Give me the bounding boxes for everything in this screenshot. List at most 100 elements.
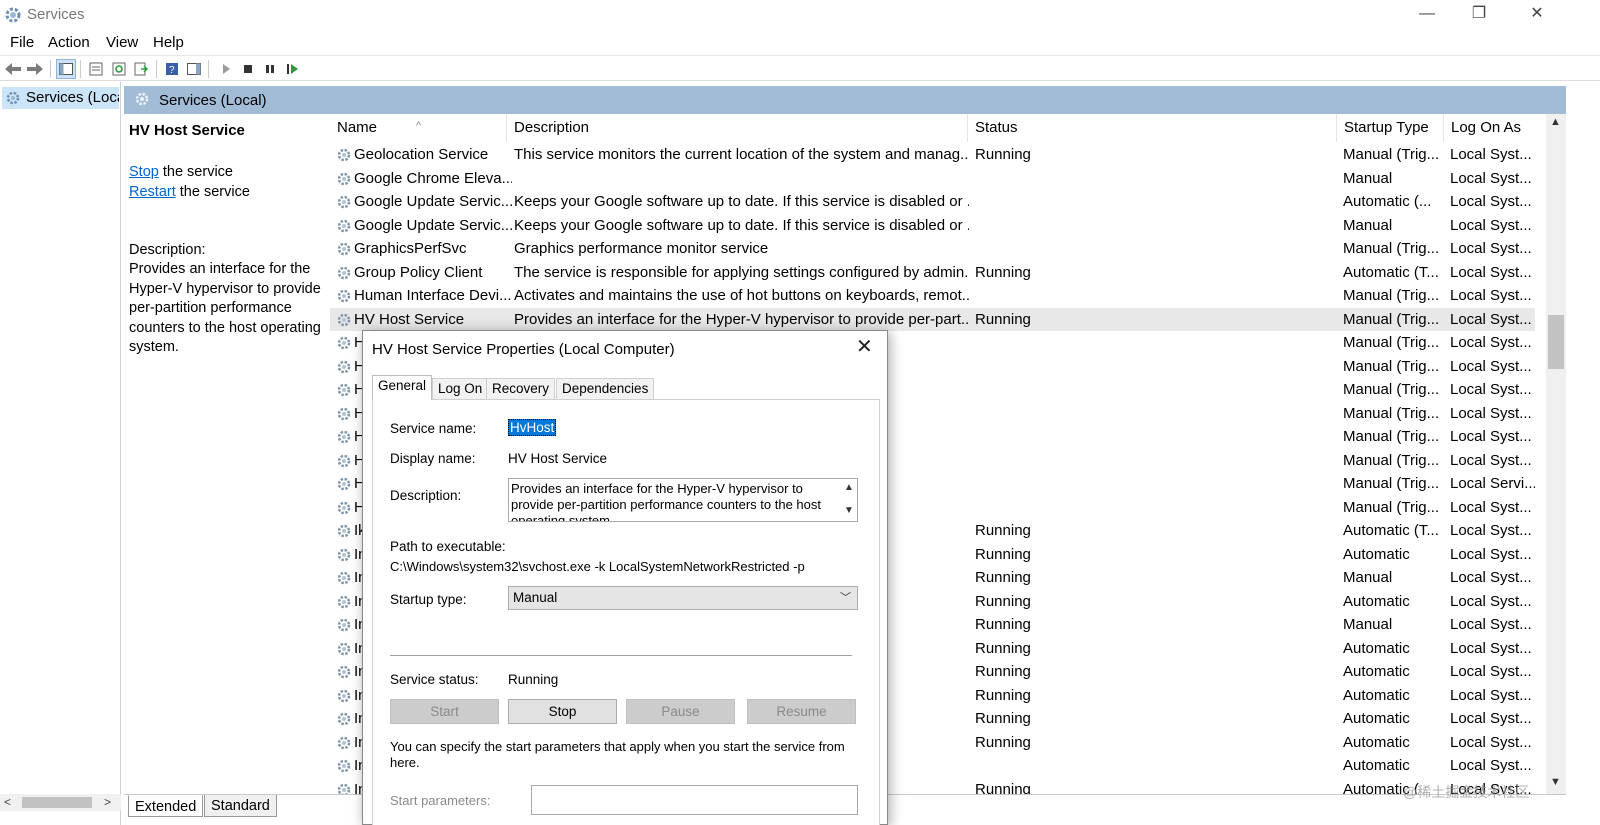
service-name-cell: GraphicsPerfSvc: [354, 240, 467, 257]
pause-button[interactable]: Pause: [626, 699, 735, 724]
scroll-down-icon[interactable]: ▼: [844, 505, 854, 516]
restart-service-link[interactable]: Restart: [129, 184, 176, 200]
start-parameters-note: You can specify the start parameters tha…: [390, 739, 845, 770]
scroll-thumb[interactable]: [1548, 315, 1564, 369]
service-logon-cell: Local Syst...: [1450, 428, 1532, 445]
minimize-button[interactable]: —: [1398, 0, 1456, 30]
scroll-right-icon[interactable]: >: [104, 795, 111, 809]
column-header-description[interactable]: Description: [506, 114, 966, 142]
properties-icon[interactable]: [86, 59, 106, 79]
description-field[interactable]: Provides an interface for the Hyper-V hy…: [508, 478, 858, 522]
start-button[interactable]: Start: [390, 699, 499, 724]
list-vertical-scrollbar[interactable]: ▲ ▼: [1546, 114, 1566, 794]
service-description-cell: Graphics performance monitor service: [514, 240, 769, 257]
menu-view[interactable]: View: [106, 34, 138, 51]
resume-button[interactable]: Resume: [747, 699, 856, 724]
table-row[interactable]: Google Chrome Eleva... Manual Local Syst..…: [330, 167, 1535, 191]
service-gear-icon: [337, 477, 351, 491]
display-name-value[interactable]: HV Host Service: [508, 451, 607, 466]
service-gear-icon: [337, 383, 351, 397]
service-startup-cell: Automatic: [1343, 733, 1410, 751]
tab-extended[interactable]: Extended: [128, 795, 204, 817]
main-header-title: Services (Local): [159, 92, 267, 109]
column-header-log-on-as[interactable]: Log On As: [1443, 114, 1543, 142]
stop-link-suffix: the service: [158, 164, 233, 180]
menu-file[interactable]: File: [10, 34, 34, 51]
tab-recovery[interactable]: Recovery: [486, 378, 556, 399]
divider: [390, 655, 852, 656]
service-logon-cell: Local Syst...: [1450, 710, 1532, 727]
start-service-icon[interactable]: [216, 59, 236, 79]
service-logon-cell: Local Syst...: [1450, 569, 1532, 586]
show-action-pane-icon[interactable]: [184, 59, 204, 79]
service-name-value[interactable]: HvHost: [508, 419, 557, 436]
service-startup-cell: Automatic: [1343, 686, 1410, 704]
stop-button[interactable]: Stop: [508, 699, 617, 724]
tab-dependencies[interactable]: Dependencies: [556, 378, 655, 399]
scroll-up-icon[interactable]: ▲: [844, 482, 854, 493]
service-gear-icon: [337, 595, 351, 608]
service-startup-cell: Manual (Trig...: [1343, 240, 1440, 257]
chevron-down-icon: ﹀: [840, 592, 851, 604]
pause-service-icon[interactable]: [260, 59, 280, 79]
show-hide-console-tree-icon[interactable]: [56, 59, 76, 79]
scroll-thumb[interactable]: [22, 797, 92, 808]
window-title: Services: [27, 6, 85, 23]
service-description-cell: Activates and maintains the use of hot b…: [514, 287, 969, 304]
close-button[interactable]: ✕: [1508, 0, 1566, 30]
scroll-left-icon[interactable]: <: [4, 795, 11, 809]
description-scrollbar[interactable]: ▲ ▼: [839, 479, 857, 521]
table-row[interactable]: Google Update Servic... Keeps your Google…: [330, 190, 1535, 214]
service-logon-cell: Local Syst...: [1450, 404, 1532, 422]
table-row[interactable]: HV Host Service Provides an interface for…: [330, 307, 1535, 331]
menu-action[interactable]: Action: [48, 34, 90, 51]
dialog-close-icon[interactable]: ✕: [856, 337, 873, 357]
stop-service-link[interactable]: Stop: [129, 164, 159, 180]
tab-general[interactable]: General: [372, 375, 433, 400]
restart-service-icon[interactable]: [283, 59, 303, 79]
startup-type-select[interactable]: Manual ﹀: [508, 586, 858, 610]
table-row[interactable]: Geolocation Service This service monitors…: [330, 143, 1535, 167]
service-logon-cell: Local Syst...: [1450, 616, 1532, 633]
service-logon-cell: Local Syst...: [1450, 287, 1532, 304]
service-logon-cell: Local Syst...: [1450, 169, 1532, 187]
services-gear-icon: [135, 92, 149, 106]
service-startup-cell: Manual: [1343, 216, 1393, 234]
table-row[interactable]: Group Policy Client The service is respon…: [330, 261, 1535, 285]
tree-item-services-local[interactable]: Services (Local): [2, 87, 119, 109]
back-arrow-icon[interactable]: [3, 59, 23, 79]
console-tree: Services (Local) < >: [0, 82, 121, 825]
scroll-down-icon[interactable]: ▼: [1550, 776, 1561, 788]
column-header-startup-type[interactable]: Startup Type: [1336, 114, 1443, 142]
service-gear-icon: [337, 454, 351, 467]
main-header: Services (Local): [124, 86, 1566, 114]
path-value[interactable]: C:\Windows\system32\svchost.exe -k Local…: [390, 559, 805, 574]
service-status-cell: Running: [975, 733, 1031, 751]
column-header-name[interactable]: Name ^: [330, 114, 506, 142]
service-status-value: Running: [508, 672, 559, 687]
table-row[interactable]: GraphicsPerfSvc Graphics performance moni…: [330, 237, 1535, 261]
dialog-title: HV Host Service Properties (Local Comput…: [372, 341, 675, 358]
service-gear-icon: [337, 759, 351, 773]
export-list-icon[interactable]: [131, 59, 151, 79]
column-header-status[interactable]: Status: [967, 114, 1336, 142]
start-parameters-input[interactable]: [531, 785, 858, 815]
forward-arrow-icon[interactable]: [25, 59, 45, 79]
service-gear-icon: [337, 266, 351, 279]
tree-horizontal-scrollbar[interactable]: < >: [0, 794, 121, 811]
tab-log-on[interactable]: Log On: [432, 378, 489, 399]
service-startup-cell: Automatic: [1343, 757, 1410, 774]
menu-help[interactable]: Help: [153, 34, 184, 51]
title-bar: Services — ❐ ✕: [0, 0, 1600, 30]
refresh-icon[interactable]: [109, 59, 129, 79]
stop-service-icon[interactable]: [238, 59, 258, 79]
service-description-cell: Keeps your Google software up to date. I…: [514, 216, 969, 234]
service-startup-cell: Automatic (T...: [1343, 522, 1439, 539]
table-row[interactable]: Google Update Servic... Keeps your Google…: [330, 214, 1535, 238]
service-logon-cell: Local Syst...: [1450, 498, 1532, 516]
help-icon[interactable]: ?: [162, 59, 182, 79]
tab-standard[interactable]: Standard: [204, 795, 277, 817]
scroll-up-icon[interactable]: ▲: [1550, 116, 1561, 128]
maximize-button[interactable]: ❐: [1450, 0, 1508, 30]
table-row[interactable]: Human Interface Devi... Activates and mai…: [330, 284, 1535, 308]
